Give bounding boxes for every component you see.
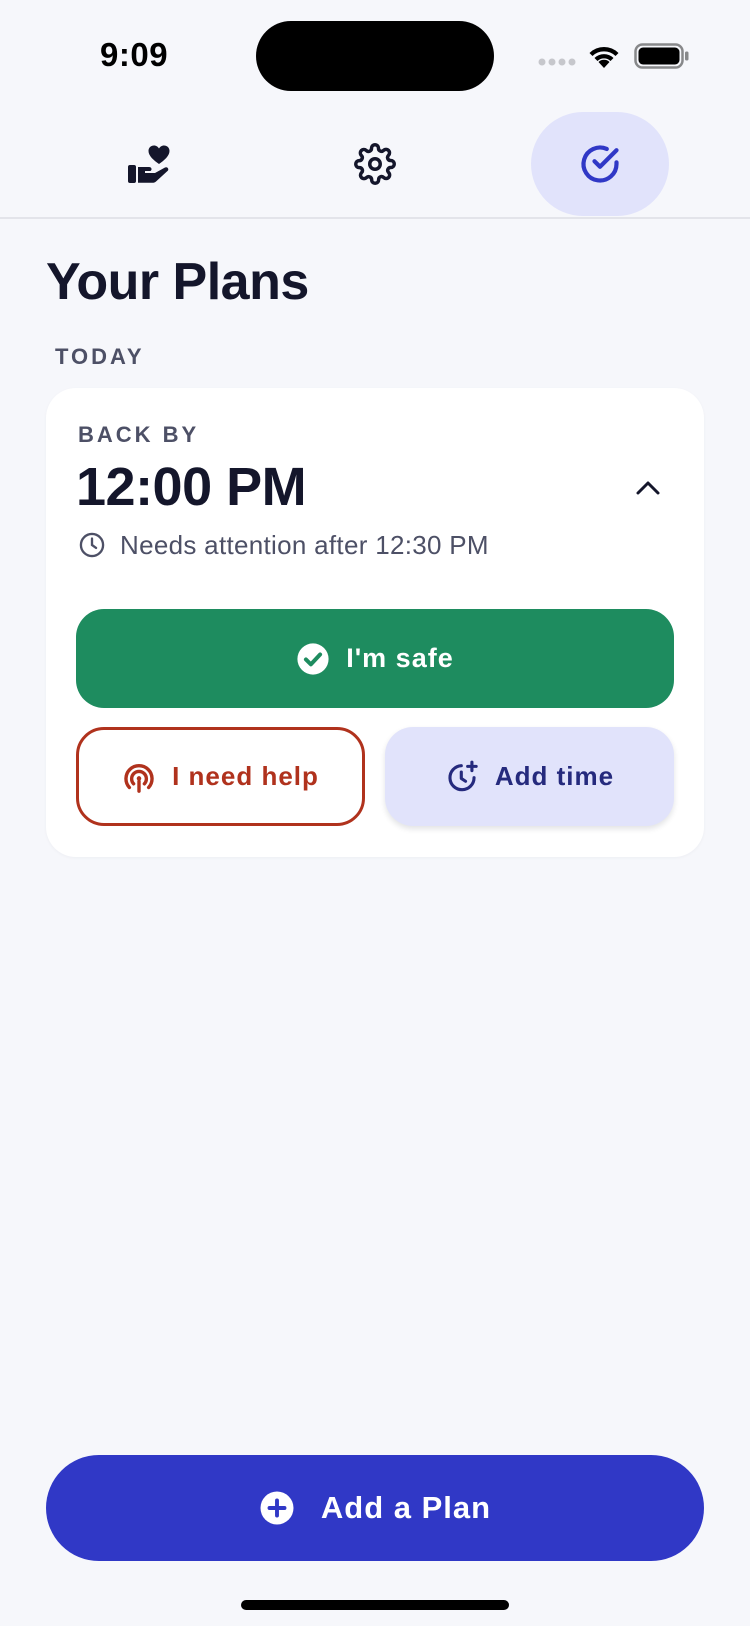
plans-screen: 9:09 Your Plans TODAY BACK BY 12:00 PM N… [0, 0, 750, 1626]
tab-care[interactable] [81, 112, 219, 216]
add-time-button[interactable]: Add time [385, 727, 674, 826]
i-need-help-button[interactable]: I need help [76, 727, 365, 826]
plan-card: BACK BY 12:00 PM Needs attention after 1… [46, 388, 704, 857]
chevron-up-icon [636, 481, 660, 495]
attention-row: Needs attention after 12:30 PM [78, 528, 489, 562]
add-plan-label: Add a Plan [320, 1490, 492, 1525]
back-by-time: 12:00 PM [76, 457, 307, 517]
tab-plans[interactable] [531, 112, 669, 216]
broadcast-signal-icon [124, 763, 154, 793]
status-time: 9:09 [100, 36, 169, 73]
wifi-icon [589, 46, 619, 68]
back-by-label: BACK BY [78, 422, 200, 447]
plus-circle-icon [260, 1491, 294, 1525]
i-need-help-label: I need help [172, 761, 319, 791]
clock-plus-icon [448, 760, 478, 791]
battery-icon [634, 43, 689, 69]
im-safe-label: I'm safe [346, 643, 454, 673]
im-safe-button[interactable]: I'm safe [76, 609, 674, 708]
check-circle-icon [581, 145, 619, 183]
hand-heart-icon [128, 145, 170, 183]
tab-settings[interactable] [306, 112, 444, 216]
add-time-label: Add time [494, 761, 615, 791]
status-bar: 9:09 [0, 0, 750, 110]
add-plan-button[interactable]: Add a Plan [46, 1455, 704, 1561]
check-circle-filled-icon [297, 642, 329, 675]
collapse-toggle[interactable] [626, 466, 670, 510]
page-title: Your Plans [46, 253, 309, 311]
gear-icon [354, 143, 396, 185]
attention-text: Needs attention after 12:30 PM [120, 529, 489, 560]
dynamic-island [256, 21, 494, 91]
clock-icon [79, 532, 105, 558]
home-indicator [241, 1600, 509, 1610]
top-tab-bar [0, 110, 750, 219]
cellular-signal-icon [538, 58, 576, 66]
section-label-today: TODAY [55, 344, 145, 369]
